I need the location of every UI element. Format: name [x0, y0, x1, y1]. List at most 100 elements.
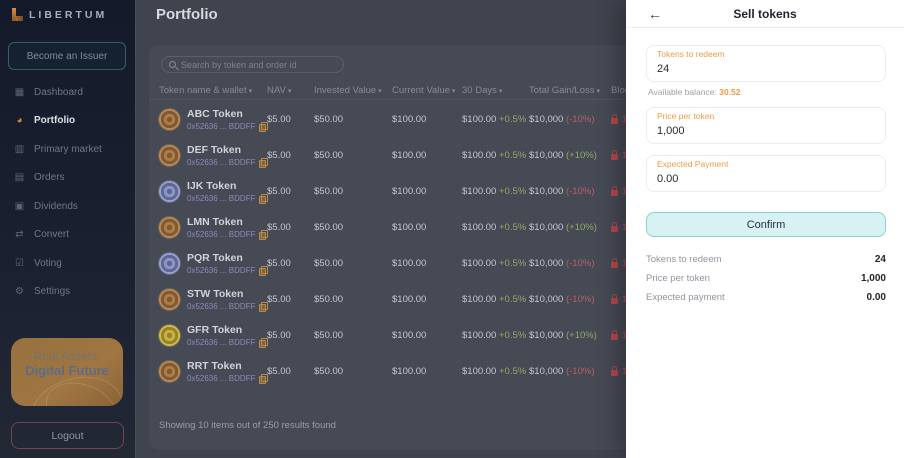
token-wallet: 0x52636 ... BDDFF [187, 158, 266, 167]
sidebar-item-label: Dividends [34, 201, 78, 212]
sidebar-item-orders[interactable]: ▤Orders [0, 164, 135, 193]
current-value: $100.00 [392, 294, 462, 305]
voting-icon: ☑ [13, 258, 26, 269]
token-wallet: 0x52636 ... BDDFF [187, 302, 266, 311]
sidebar-item-primary-market[interactable]: ▥Primary market [0, 135, 135, 164]
field-input-price-per-token[interactable] [657, 125, 875, 138]
30-days-value: $100.00 +0.5% [462, 222, 529, 233]
token-cell: PQR Token0x52636 ... BDDFF [159, 252, 267, 275]
sidebar-item-label: Orders [34, 172, 65, 183]
token-name-wallet: GFR Token0x52636 ... BDDFF [187, 324, 266, 347]
confirm-button[interactable]: Confirm [646, 212, 886, 237]
total-change: (-10%) [566, 294, 595, 305]
copy-icon[interactable] [259, 122, 266, 130]
current-value: $100.00 [392, 150, 462, 161]
available-balance: Available balance: 30.52 [648, 87, 886, 97]
total-gain-loss: $10,000 (-10%) [529, 186, 611, 197]
token-cell: LMN Token0x52636 ... BDDFF [159, 216, 267, 239]
results-count: Showing 10 items out of 250 results foun… [159, 420, 336, 431]
lock-icon [611, 262, 618, 268]
current-value: $100.00 [392, 366, 462, 377]
total-change: (+10%) [566, 150, 597, 161]
token-name: GFR Token [187, 324, 266, 336]
portfolio-pie-icon: ◕ [13, 115, 26, 126]
search-input[interactable] [181, 60, 336, 70]
token-avatar [159, 217, 180, 238]
total-change: (-10%) [566, 258, 595, 269]
sidebar-item-settings[interactable]: ⚙Settings [0, 278, 135, 307]
promo-card: Real Assets, Digital Future [11, 338, 123, 406]
token-wallet: 0x52636 ... BDDFF [187, 374, 266, 383]
column-header-30-days[interactable]: 30 Days▾ [462, 85, 529, 96]
30-days-value: $100.00 +0.5% [462, 114, 529, 125]
sidebar: LIBERTUM Become an Issuer ▦Dashboard◕Por… [0, 0, 135, 458]
sidebar-item-dashboard[interactable]: ▦Dashboard [0, 78, 135, 107]
sidebar-item-voting[interactable]: ☑ Voting [0, 249, 135, 278]
token-avatar [159, 253, 180, 274]
search-box [161, 56, 344, 73]
order-summary: Tokens to redeem24Price per token1,000Ex… [646, 250, 886, 307]
sidebar-item-portfolio[interactable]: ◕Portfolio [0, 107, 135, 136]
30-days-value: $100.00 +0.5% [462, 258, 529, 269]
token-cell: ABC Token0x52636 ... BDDFF [159, 108, 267, 131]
column-header-invested-value[interactable]: Invested Value▾ [314, 85, 392, 96]
total-gain-loss: $10,000 (-10%) [529, 294, 611, 305]
become-issuer-button[interactable]: Become an Issuer [8, 42, 126, 70]
copy-icon[interactable] [259, 374, 266, 382]
search-icon [169, 61, 176, 68]
column-header-nav[interactable]: NAV▾ [267, 85, 314, 96]
sort-caret-icon: ▾ [378, 88, 382, 95]
30-days-value: $100.00 +0.5% [462, 330, 529, 341]
copy-icon[interactable] [259, 266, 266, 274]
30-days-change: +0.5% [499, 294, 526, 305]
summary-label: Tokens to redeem [646, 254, 722, 265]
lock-icon [611, 298, 618, 304]
current-value: $100.00 [392, 186, 462, 197]
token-cell: IJK Token0x52636 ... BDDFF [159, 180, 267, 203]
libertum-logo-icon [12, 8, 23, 21]
total-gain-loss: $10,000 (-10%) [529, 258, 611, 269]
invested-value: $50.00 [314, 330, 392, 341]
promo-line2: Digital Future [11, 363, 123, 378]
30-days-value: $100.00 +0.5% [462, 186, 529, 197]
wallet-address: 0x52636 ... BDDFF [187, 302, 255, 311]
invested-value: $50.00 [314, 186, 392, 197]
token-name-wallet: LMN Token0x52636 ... BDDFF [187, 216, 266, 239]
panel-title: Sell tokens [733, 7, 796, 21]
column-header-total-gain-loss[interactable]: Total Gain/Loss▾ [529, 85, 611, 96]
copy-icon[interactable] [259, 158, 266, 166]
invested-value: $50.00 [314, 150, 392, 161]
sidebar-item-convert[interactable]: ⇄Convert [0, 221, 135, 250]
token-avatar [159, 325, 180, 346]
copy-icon[interactable] [259, 302, 266, 310]
column-header-token-name-wallet[interactable]: Token name & wallet▾ [159, 85, 267, 96]
copy-icon[interactable] [259, 194, 266, 202]
summary-row: Expected payment 0.00 [646, 288, 886, 307]
token-name: DEF Token [187, 144, 266, 156]
field-label: Price per token [657, 111, 875, 121]
token-name: IJK Token [187, 180, 266, 192]
lock-icon [611, 334, 618, 340]
back-arrow-icon[interactable]: ← [648, 4, 662, 24]
token-wallet: 0x52636 ... BDDFF [187, 230, 266, 239]
token-name-wallet: PQR Token0x52636 ... BDDFF [187, 252, 266, 275]
field-input-tokens-to-redeem[interactable] [657, 63, 875, 76]
token-avatar [159, 361, 180, 382]
sort-caret-icon: ▾ [452, 88, 456, 95]
sidebar-item-dividends[interactable]: ▣Dividends [0, 192, 135, 221]
summary-value: 0.00 [867, 292, 886, 303]
total-gain-loss: $10,000 (+10%) [529, 330, 611, 341]
nav-value: $5.00 [267, 294, 314, 305]
column-header-current-value[interactable]: Current Value▾ [392, 85, 462, 96]
30-days-change: +0.5% [499, 150, 526, 161]
copy-icon[interactable] [259, 338, 266, 346]
logout-button[interactable]: Logout [11, 422, 124, 449]
copy-icon[interactable] [259, 230, 266, 238]
invested-value: $50.00 [314, 258, 392, 269]
field-price-per-token: Price per token [646, 107, 886, 144]
summary-label: Expected payment [646, 292, 725, 303]
nav-value: $5.00 [267, 150, 314, 161]
field-label: Expected Payment [657, 159, 875, 169]
sidebar-item-label: Voting [34, 258, 62, 269]
field-input-expected-payment[interactable] [657, 173, 875, 186]
